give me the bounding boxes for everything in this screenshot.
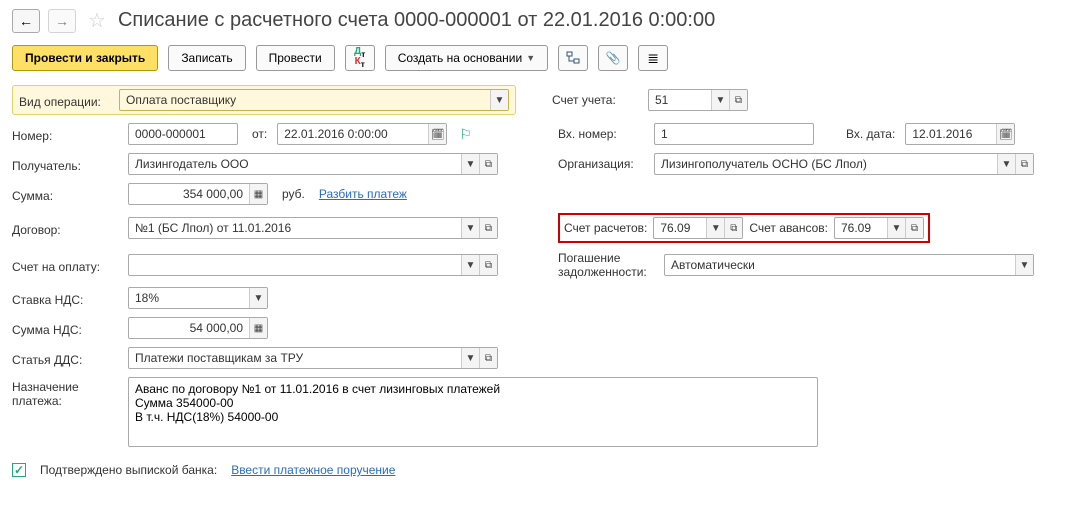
op-type-label: Вид операции: xyxy=(19,92,113,109)
chevron-down-icon[interactable]: ▼ xyxy=(461,348,479,368)
advance-acct-field[interactable]: 76.09 ▼ xyxy=(834,217,924,239)
chevron-down-icon[interactable]: ▼ xyxy=(461,218,479,238)
organization-label: Организация: xyxy=(558,157,648,171)
open-external-icon[interactable] xyxy=(479,255,497,275)
account-label: Счет учета: xyxy=(552,93,642,107)
open-external-icon[interactable] xyxy=(1015,154,1033,174)
flag-icon[interactable]: ⚐ xyxy=(459,126,472,143)
chevron-down-icon[interactable]: ▼ xyxy=(706,218,724,238)
invoice-label: Счет на оплату: xyxy=(12,257,122,274)
chevron-down-icon[interactable]: ▼ xyxy=(711,90,729,110)
open-external-icon[interactable] xyxy=(479,348,497,368)
structure-button[interactable] xyxy=(558,45,588,71)
split-payment-link[interactable]: Разбить платеж xyxy=(319,187,407,201)
accounts-highlight-box: Счет расчетов: 76.09 ▼ Счет авансов: 76.… xyxy=(558,213,930,243)
create-based-button[interactable]: Создать на основании ▼ xyxy=(385,45,548,71)
dk-icon: ДтКт xyxy=(354,48,365,68)
chevron-down-icon[interactable]: ▼ xyxy=(997,154,1015,174)
vat-sum-label: Сумма НДС: xyxy=(12,320,122,337)
purpose-label: Назначение платежа: xyxy=(12,377,122,408)
repay-select[interactable]: Автоматически ▼ xyxy=(664,254,1034,276)
invoice-field[interactable]: ▼ xyxy=(128,254,498,276)
contract-label: Договор: xyxy=(12,220,122,237)
post-button[interactable]: Провести xyxy=(256,45,335,71)
chevron-down-icon[interactable]: ▼ xyxy=(490,90,508,110)
advance-acct-label: Счет авансов: xyxy=(749,221,828,235)
toolbar: Провести и закрыть Записать Провести ДтК… xyxy=(12,45,1069,71)
calendar-icon[interactable] xyxy=(996,124,1014,144)
favorite-star-icon[interactable]: ☆ xyxy=(88,8,106,33)
number-label: Номер: xyxy=(12,126,122,143)
page-title: Списание с расчетного счета 0000-000001 … xyxy=(118,9,715,32)
dds-label: Статья ДДС: xyxy=(12,350,122,367)
calculator-icon[interactable]: ▦ xyxy=(249,184,267,204)
paperclip-icon xyxy=(606,51,621,65)
chevron-down-icon: ▼ xyxy=(526,53,535,63)
open-external-icon[interactable] xyxy=(729,90,747,110)
contract-field[interactable]: №1 (БС Лпол) от 11.01.2016 ▼ xyxy=(128,217,498,239)
nav-forward-button: → xyxy=(48,9,76,33)
chevron-down-icon[interactable]: ▼ xyxy=(461,255,479,275)
amount-label: Сумма: xyxy=(12,186,122,203)
settle-acct-field[interactable]: 76.09 ▼ xyxy=(653,217,743,239)
in-date-label: Вх. дата: xyxy=(846,127,895,141)
vat-rate-select[interactable]: 18% ▼ xyxy=(128,287,268,309)
chevron-down-icon[interactable]: ▼ xyxy=(887,218,905,238)
enter-payment-order-link[interactable]: Ввести платежное поручение xyxy=(231,463,395,477)
dds-field[interactable]: Платежи поставщикам за ТРУ ▼ xyxy=(128,347,498,369)
settle-acct-label: Счет расчетов: xyxy=(564,221,647,235)
debit-credit-button[interactable]: ДтКт xyxy=(345,45,375,71)
post-and-close-button[interactable]: Провести и закрыть xyxy=(12,45,158,71)
open-external-icon[interactable] xyxy=(905,218,923,238)
currency-label: руб. xyxy=(282,187,305,201)
open-external-icon[interactable] xyxy=(479,154,497,174)
in-date-field[interactable]: 12.01.2016 xyxy=(905,123,1015,145)
from-label: от: xyxy=(252,127,267,141)
chevron-down-icon[interactable]: ▼ xyxy=(249,288,267,308)
list-button[interactable] xyxy=(638,45,668,71)
amount-field[interactable]: 354 000,00 ▦ xyxy=(128,183,268,205)
chevron-down-icon[interactable]: ▼ xyxy=(461,154,479,174)
recipient-label: Получатель: xyxy=(12,156,122,173)
organization-field[interactable]: Лизингополучатель ОСНО (БС Лпол) ▼ xyxy=(654,153,1034,175)
recipient-field[interactable]: Лизингодатель ООО ▼ xyxy=(128,153,498,175)
tree-icon xyxy=(566,51,580,65)
save-button[interactable]: Записать xyxy=(168,45,245,71)
attachments-button[interactable] xyxy=(598,45,628,71)
repay-label: Погашение задолженности: xyxy=(558,251,658,279)
open-external-icon[interactable] xyxy=(479,218,497,238)
date-field[interactable]: 22.01.2016 0:00:00 xyxy=(277,123,447,145)
nav-back-button[interactable]: ← xyxy=(12,9,40,33)
open-external-icon[interactable] xyxy=(724,218,742,238)
confirmed-label: Подтверждено выпиской банка: xyxy=(40,463,217,477)
calculator-icon[interactable]: ▦ xyxy=(249,318,267,338)
op-type-select[interactable]: Оплата поставщику ▼ xyxy=(119,89,509,111)
list-icon xyxy=(647,50,659,67)
account-field[interactable]: 51 ▼ xyxy=(648,89,748,111)
vat-sum-field[interactable]: 54 000,00 ▦ xyxy=(128,317,268,339)
in-number-field[interactable]: 1 xyxy=(654,123,814,145)
vat-rate-label: Ставка НДС: xyxy=(12,290,122,307)
calendar-icon[interactable] xyxy=(428,124,446,144)
number-field[interactable]: 0000-000001 xyxy=(128,123,238,145)
in-number-label: Вх. номер: xyxy=(558,127,648,141)
confirmed-checkbox[interactable]: ✓ xyxy=(12,463,26,477)
purpose-textarea[interactable] xyxy=(128,377,818,447)
chevron-down-icon[interactable]: ▼ xyxy=(1015,255,1033,275)
check-icon: ✓ xyxy=(12,463,26,477)
